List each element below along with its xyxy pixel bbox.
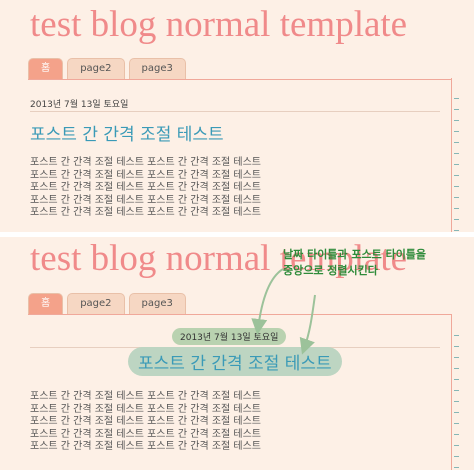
post-body-line: 포스트 간 간격 조절 테스트 포스트 간 간격 조절 테스트 [30, 207, 262, 218]
blog-title[interactable]: test blog normal template [30, 6, 407, 43]
post-body-line: 포스트 간 간격 조절 테스트 포스트 간 간격 조절 테스트 [30, 157, 262, 168]
tab-home[interactable]: 홈 [28, 58, 64, 79]
sidebar-edge [451, 78, 460, 232]
date-divider [30, 111, 440, 112]
arrow-to-date [251, 268, 284, 335]
post-body-line: 포스트 간 간격 조절 테스트 포스트 간 간격 조절 테스트 [30, 194, 262, 206]
annotation-arrows [251, 268, 316, 355]
post-body: 포스트 간 간격 조절 테스트 포스트 간 간격 조절 테스트 포스트 간 간격… [30, 157, 390, 220]
after-screenshot: test blog normal template 홈 page2 page3 … [0, 237, 474, 470]
tab-bar: 홈 page2 page3 [28, 58, 190, 80]
before-screenshot: test blog normal template 홈 page2 page3 … [0, 0, 474, 232]
post-body-line: 포스트 간 간격 조절 테스트 포스트 간 간격 조절 테스트 [30, 169, 262, 181]
tab-page3[interactable]: page3 [128, 58, 186, 79]
tab-underline [28, 79, 452, 80]
tab-page2[interactable]: page2 [67, 58, 125, 79]
post-body-line: 포스트 간 간격 조절 테스트 포스트 간 간격 조절 테스트 [30, 182, 262, 193]
post-title[interactable]: 포스트 간 간격 조절 테스트 [30, 120, 224, 145]
post-date: 2013년 7월 13일 토요일 [30, 100, 129, 110]
sidebar-edge-ticks [454, 88, 459, 232]
arrow-to-title [299, 294, 316, 355]
